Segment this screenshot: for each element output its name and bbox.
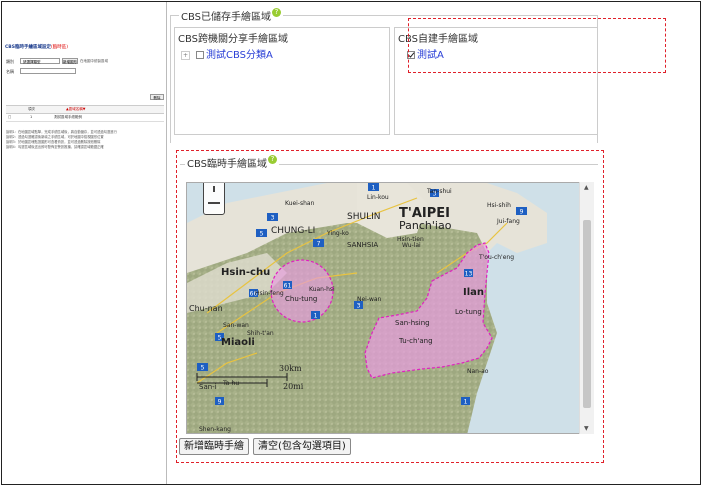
left-settings-panel: CBS臨時手繪區域設定(臨時區) 類別 請選擇類型 新增圖形 在地圖中繪製區域 … bbox=[2, 2, 166, 484]
area-table: 項次 ▲區域名稱▼ □ 1 測試區域手繪範例 bbox=[6, 105, 164, 122]
expand-icon[interactable]: + bbox=[181, 50, 190, 60]
highlight-temp-areas bbox=[176, 150, 604, 463]
tree-item-shared[interactable]: + 測試CBS分類A bbox=[181, 46, 273, 61]
table-header-cell: 項次 bbox=[28, 107, 35, 111]
shared-areas-title: CBS跨機關分享手繪區域 bbox=[178, 34, 289, 45]
note-line: 說明4：勾選區域後送出即可發佈至警訊推播，請確認區域範圍正確 bbox=[6, 145, 104, 149]
notes: 說明1：在地圖區域點擊，完成手繪區域後，將自動儲存，並可透過勾選進行 說明2：透… bbox=[6, 130, 117, 150]
type-select[interactable]: 請選擇類型 bbox=[20, 58, 60, 64]
panel-divider bbox=[166, 2, 167, 484]
add-shape-button[interactable]: 新增圖形 bbox=[62, 58, 78, 64]
help-icon[interactable]: ? bbox=[272, 8, 282, 17]
row-type-label: 類別 bbox=[6, 59, 14, 64]
tree-item-label[interactable]: 測試CBS分類A bbox=[206, 50, 273, 61]
saved-areas-legend: CBS已儲存手繪區域? bbox=[179, 8, 284, 23]
shared-areas-box: CBS跨機關分享手繪區域 + 測試CBS分類A bbox=[174, 27, 390, 135]
table-header-cell[interactable]: ▲區域名稱▼ bbox=[66, 107, 85, 112]
name-input[interactable] bbox=[20, 68, 76, 74]
table-cell: 1 bbox=[30, 115, 33, 119]
row-hint: 在地圖中繪製區域 bbox=[80, 59, 108, 63]
row-name-label: 名稱 bbox=[6, 69, 14, 74]
table-header: 項次 ▲區域名稱▼ bbox=[6, 105, 164, 114]
left-panel-title: CBS臨時手繪區域設定(臨時區) bbox=[5, 45, 68, 50]
highlight-own-areas bbox=[408, 18, 666, 73]
checkbox[interactable] bbox=[196, 51, 204, 59]
table-cell[interactable]: □ bbox=[8, 115, 11, 119]
table-row[interactable]: □ 1 測試區域手繪範例 bbox=[6, 114, 164, 122]
table-cell: 測試區域手繪範例 bbox=[54, 115, 82, 119]
delete-button[interactable]: 刪除 bbox=[150, 94, 164, 100]
left-panel-title-note: (臨時區) bbox=[50, 45, 68, 50]
